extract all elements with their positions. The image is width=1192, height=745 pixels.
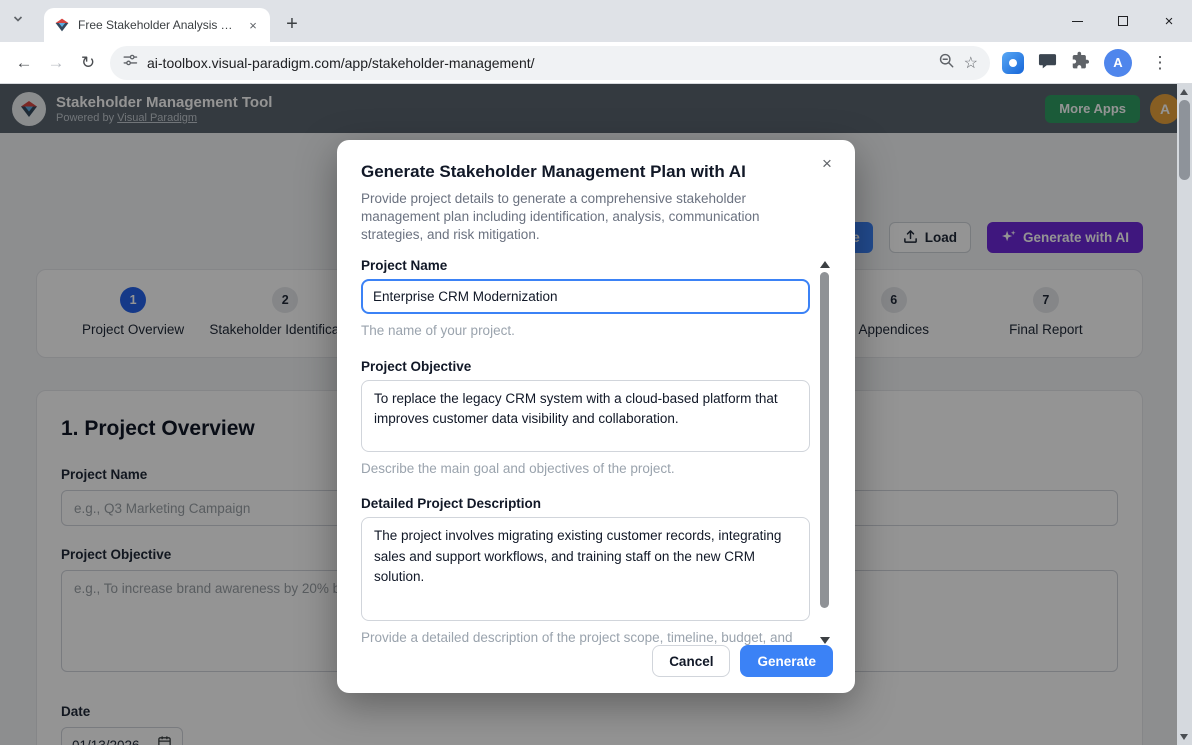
back-button[interactable]: ← <box>8 47 40 79</box>
chat-extension-icon[interactable] <box>1038 51 1057 75</box>
bookmark-star-icon[interactable]: ☆ <box>964 53 978 73</box>
modal-project-description-input[interactable]: The project involves migrating existing … <box>361 517 810 621</box>
browser-tab[interactable]: Free Stakeholder Analysis Tool × <box>44 8 270 42</box>
forward-button[interactable]: → <box>40 47 72 79</box>
modal-project-objective-input[interactable]: To replace the legacy CRM system with a … <box>361 380 810 452</box>
page-scrollbar[interactable] <box>1177 84 1192 745</box>
browser-window: Free Stakeholder Analysis Tool × + × ← →… <box>0 0 1192 745</box>
modal-title: Generate Stakeholder Management Plan wit… <box>361 162 831 182</box>
generate-plan-modal: × Generate Stakeholder Management Plan w… <box>337 140 855 693</box>
window-close-button[interactable]: × <box>1146 0 1192 42</box>
modal-scrollbar[interactable] <box>818 258 831 650</box>
chevron-down-icon <box>12 12 24 30</box>
modal-scrollbar-thumb[interactable] <box>820 272 829 608</box>
minimize-icon <box>1072 21 1083 22</box>
scroll-up-icon[interactable] <box>1180 89 1188 95</box>
window-controls: × <box>1054 0 1192 42</box>
modal-close-icon[interactable]: × <box>815 152 839 176</box>
page-viewport: Stakeholder Management Tool Powered by V… <box>0 84 1192 745</box>
reload-button[interactable]: ↻ <box>72 47 104 79</box>
blue-extension-icon[interactable] <box>1002 52 1024 74</box>
tab-title: Free Stakeholder Analysis Tool <box>78 18 238 32</box>
scroll-down-icon[interactable] <box>1180 734 1188 740</box>
maximize-button[interactable] <box>1100 0 1146 42</box>
modal-description: Provide project details to generate a co… <box>361 190 831 245</box>
browser-toolbar: ← → ↻ ai-toolbox.visual-paradigm.com/app… <box>0 42 1192 84</box>
generate-button[interactable]: Generate <box>740 645 833 677</box>
tab-close-icon[interactable]: × <box>244 16 262 34</box>
modal-project-objective-label: Project Objective <box>361 359 810 374</box>
modal-project-description-label: Detailed Project Description <box>361 496 810 511</box>
modal-project-name-label: Project Name <box>361 258 810 273</box>
extension-cluster: A ⋮ <box>1002 47 1174 79</box>
browser-menu-icon[interactable]: ⋮ <box>1146 47 1174 79</box>
new-tab-button[interactable]: + <box>278 10 306 38</box>
address-bar[interactable]: ai-toolbox.visual-paradigm.com/app/stake… <box>110 46 990 80</box>
cancel-button[interactable]: Cancel <box>652 645 730 677</box>
site-favicon-icon <box>54 17 70 33</box>
page-scrollbar-thumb[interactable] <box>1179 100 1190 180</box>
zoom-icon[interactable] <box>938 52 955 74</box>
modal-project-objective-help: Describe the main goal and objectives of… <box>361 460 810 479</box>
maximize-icon <box>1118 16 1128 26</box>
site-info-icon[interactable] <box>122 52 138 73</box>
tab-strip: Free Stakeholder Analysis Tool × + × <box>0 0 1192 42</box>
modal-scroll-up-icon[interactable] <box>820 261 830 268</box>
modal-scroll-area: Project Name The name of your project. P… <box>361 258 831 650</box>
modal-footer: Cancel Generate <box>337 629 855 693</box>
url-text[interactable]: ai-toolbox.visual-paradigm.com/app/stake… <box>147 55 929 71</box>
extensions-puzzle-icon[interactable] <box>1071 51 1090 75</box>
minimize-button[interactable] <box>1054 0 1100 42</box>
browser-profile-avatar[interactable]: A <box>1104 49 1132 77</box>
modal-project-name-input[interactable] <box>361 279 810 314</box>
modal-project-name-help: The name of your project. <box>361 322 810 341</box>
tab-search-button[interactable] <box>0 0 30 42</box>
